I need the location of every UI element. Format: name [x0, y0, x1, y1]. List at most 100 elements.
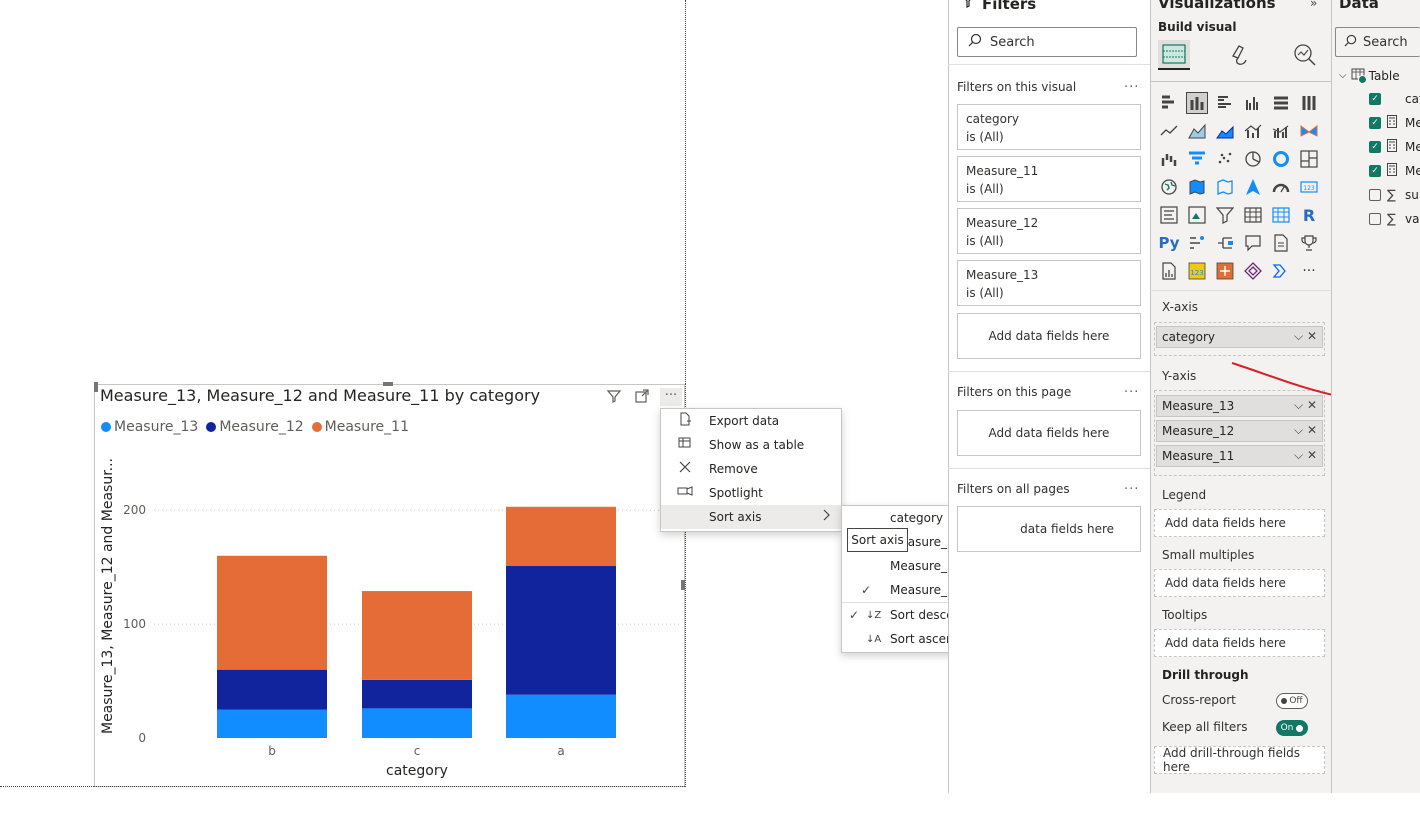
paginated-report-icon[interactable]: [1158, 260, 1180, 282]
100-percent-bar-chart-icon[interactable]: [1270, 92, 1292, 114]
legend-item[interactable]: Measure_13: [101, 419, 198, 435]
decomposition-tree-icon[interactable]: [1214, 232, 1236, 254]
table-node[interactable]: ⌵ Table: [1339, 67, 1400, 84]
tooltips-dropzone[interactable]: Add data fields here: [1154, 629, 1325, 657]
filter-card-category[interactable]: category is (All): [957, 104, 1141, 150]
drill-through-dropzone[interactable]: Add drill-through fields here: [1154, 746, 1325, 774]
map-icon[interactable]: [1158, 176, 1180, 198]
stacked-area-chart-icon[interactable]: [1214, 120, 1236, 142]
keep-all-filters-toggle[interactable]: On: [1276, 720, 1308, 736]
data-field-row[interactable]: ✓ Me: [1369, 162, 1420, 180]
data-field-row[interactable]: ∑ su: [1369, 186, 1419, 204]
field-checkbox[interactable]: ✓: [1369, 93, 1381, 105]
clustered-column-chart-icon[interactable]: [1242, 92, 1264, 114]
chevron-down-icon[interactable]: ⌵: [1294, 329, 1303, 343]
build-visual-tab[interactable]: [1158, 40, 1190, 70]
field-checkbox[interactable]: ✓: [1369, 165, 1381, 177]
key-influencers-icon[interactable]: [1186, 232, 1208, 254]
pie-chart-icon[interactable]: [1242, 148, 1264, 170]
cross-report-toggle[interactable]: Off: [1276, 693, 1308, 709]
line-chart-icon[interactable]: [1158, 120, 1180, 142]
more-visuals-icon[interactable]: ···: [1298, 260, 1320, 282]
smart-narrative-icon[interactable]: [1270, 232, 1292, 254]
stacked-column-chart-icon[interactable]: [1186, 92, 1208, 114]
legend-item[interactable]: Measure_12: [206, 419, 304, 435]
legend-item[interactable]: Measure_11: [311, 419, 409, 435]
qa-visual-icon[interactable]: [1242, 232, 1264, 254]
data-search-input[interactable]: Search: [1335, 27, 1420, 57]
filters-search-input[interactable]: Search: [957, 27, 1137, 57]
field-checkbox[interactable]: [1369, 189, 1381, 201]
multi-row-card-icon[interactable]: [1158, 204, 1180, 226]
slicer-icon[interactable]: [1214, 204, 1236, 226]
field-checkbox[interactable]: ✓: [1369, 141, 1381, 153]
more-options-icon[interactable]: ···: [660, 388, 682, 406]
azure-map-icon[interactable]: [1242, 176, 1264, 198]
kpi-icon[interactable]: [1186, 204, 1208, 226]
bar-segment[interactable]: [362, 591, 472, 680]
power-automate-icon[interactable]: [1214, 260, 1236, 282]
add-visual-filter-dropzone[interactable]: Add data fields here: [957, 313, 1141, 359]
treemap-icon[interactable]: [1298, 148, 1320, 170]
scatter-chart-icon[interactable]: [1214, 148, 1236, 170]
bar-segment[interactable]: [506, 506, 616, 567]
bar-segment[interactable]: [362, 708, 472, 738]
more-options-icon[interactable]: ···: [1124, 385, 1139, 400]
gauge-icon[interactable]: [1270, 176, 1292, 198]
field-checkbox[interactable]: ✓: [1369, 117, 1381, 129]
shape-map-icon[interactable]: [1214, 176, 1236, 198]
r-script-visual-icon[interactable]: R: [1298, 204, 1320, 226]
filter-icon[interactable]: [606, 388, 622, 408]
small-multiples-dropzone[interactable]: Add data fields here: [1154, 569, 1325, 597]
data-field-row[interactable]: ∑ va: [1369, 210, 1419, 228]
more-options-icon[interactable]: ···: [1124, 482, 1139, 497]
goals-trophy-icon[interactable]: [1298, 232, 1320, 254]
bar-segment[interactable]: [506, 694, 616, 738]
clustered-bar-chart-icon[interactable]: [1214, 92, 1236, 114]
power-automate-flow-icon[interactable]: [1270, 260, 1292, 282]
legend-dropzone[interactable]: Add data fields here: [1154, 509, 1325, 537]
add-page-filter-dropzone[interactable]: Add data fields here: [957, 410, 1141, 456]
donut-chart-icon[interactable]: [1270, 148, 1292, 170]
bar-segment[interactable]: [217, 555, 327, 670]
filled-map-icon[interactable]: [1186, 176, 1208, 198]
line-and-column-chart-icon[interactable]: [1242, 120, 1264, 142]
x-axis-field-category[interactable]: category ⌵ ✕: [1156, 326, 1323, 348]
data-field-row[interactable]: ✓ Me: [1369, 138, 1420, 156]
menu-item-sort-axis[interactable]: Sort axis: [661, 505, 841, 529]
bar-segment[interactable]: [362, 679, 472, 709]
menu-item-spotlight[interactable]: Spotlight: [661, 481, 841, 505]
ribbon-chart-icon[interactable]: [1298, 120, 1320, 142]
add-all-pages-filter-dropzone[interactable]: data fields here: [957, 506, 1141, 552]
waterfall-chart-icon[interactable]: [1158, 148, 1180, 170]
collapse-pane-icon[interactable]: »: [1310, 0, 1317, 10]
more-options-icon[interactable]: ···: [1124, 80, 1139, 95]
power-apps-diamond-icon[interactable]: [1242, 260, 1264, 282]
menu-item-export-data[interactable]: Export data: [661, 409, 841, 433]
resize-handle[interactable]: [94, 382, 98, 392]
filter-card-measure-11[interactable]: Measure_11 is (All): [957, 156, 1141, 202]
stacked-bar-chart-icon[interactable]: [1158, 92, 1180, 114]
remove-field-icon[interactable]: ✕: [1307, 329, 1317, 343]
field-checkbox[interactable]: [1369, 213, 1381, 225]
bar-segment[interactable]: [217, 669, 327, 710]
line-and-clustered-column-icon[interactable]: [1270, 120, 1292, 142]
data-field-row[interactable]: ✓ Me: [1369, 114, 1420, 132]
funnel-chart-icon[interactable]: [1186, 148, 1208, 170]
filter-card-measure-12[interactable]: Measure_12 is (All): [957, 208, 1141, 254]
menu-item-show-as-table[interactable]: Show as a table: [661, 433, 841, 457]
bar-segment[interactable]: [506, 566, 616, 695]
bar-segment[interactable]: [217, 709, 327, 738]
analytics-tab[interactable]: [1292, 42, 1318, 72]
table-visual-icon[interactable]: [1242, 204, 1264, 226]
menu-item-remove[interactable]: Remove: [661, 457, 841, 481]
focus-mode-icon[interactable]: [634, 388, 650, 408]
data-field-row[interactable]: ✓ cat: [1369, 90, 1420, 108]
matrix-icon[interactable]: [1270, 204, 1292, 226]
area-chart-icon[interactable]: [1186, 120, 1208, 142]
100-percent-column-chart-icon[interactable]: [1298, 92, 1320, 114]
python-visual-icon[interactable]: Py: [1158, 232, 1180, 254]
card-icon[interactable]: 123: [1298, 176, 1320, 198]
filter-card-measure-13[interactable]: Measure_13 is (All): [957, 260, 1141, 306]
format-visual-tab[interactable]: [1228, 42, 1252, 72]
